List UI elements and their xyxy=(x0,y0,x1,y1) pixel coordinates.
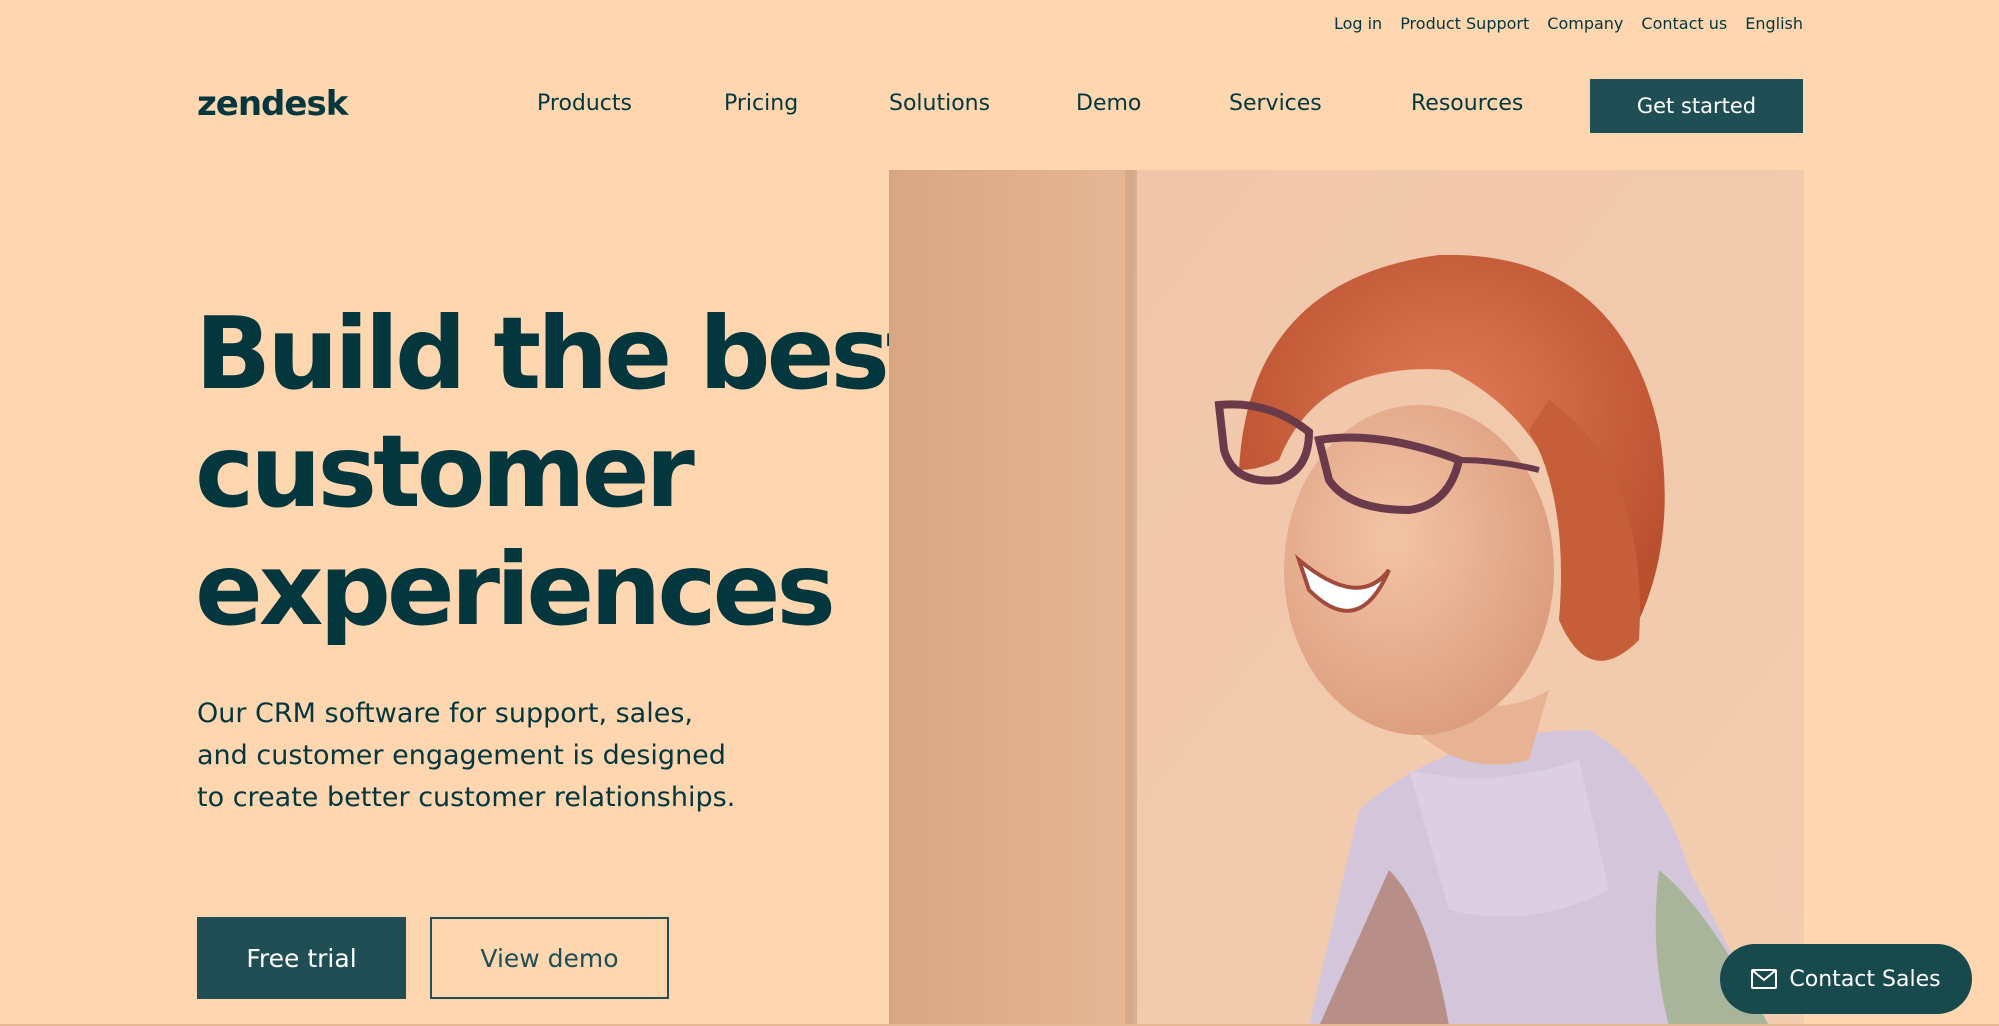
login-link[interactable]: Log in xyxy=(1334,14,1382,33)
zendesk-logo[interactable]: zendesk xyxy=(197,84,348,124)
nav-pricing[interactable]: Pricing xyxy=(724,91,798,116)
page: Log in Product Support Company Contact u… xyxy=(0,0,1999,1026)
hero-title: Build the best customer experiences xyxy=(195,295,934,649)
mail-icon xyxy=(1751,969,1778,989)
nav-resources[interactable]: Resources xyxy=(1411,91,1523,116)
nav-services[interactable]: Services xyxy=(1229,91,1322,116)
hero-image xyxy=(889,170,1804,1026)
hero-subtitle: Our CRM software for support, sales, and… xyxy=(197,698,736,813)
nav-demo[interactable]: Demo xyxy=(1076,91,1141,116)
nav-products[interactable]: Products xyxy=(537,91,632,116)
contact-us-link[interactable]: Contact us xyxy=(1641,14,1727,33)
company-link[interactable]: Company xyxy=(1547,14,1623,33)
hero-title-line-2: customer xyxy=(195,413,695,530)
contact-sales-label: Contact Sales xyxy=(1789,966,1941,992)
product-support-link[interactable]: Product Support xyxy=(1400,14,1529,33)
get-started-button[interactable]: Get started xyxy=(1590,79,1803,133)
free-trial-button[interactable]: Free trial xyxy=(197,917,406,999)
hero-title-line-3: experiences xyxy=(195,531,836,648)
contact-sales-button[interactable]: Contact Sales xyxy=(1720,944,1972,1014)
utility-nav: Log in Product Support Company Contact u… xyxy=(1334,14,1803,33)
hero-title-line-1: Build the best xyxy=(195,295,934,412)
language-selector[interactable]: English xyxy=(1745,14,1803,33)
nav-solutions[interactable]: Solutions xyxy=(889,91,990,116)
view-demo-button[interactable]: View demo xyxy=(430,917,669,999)
